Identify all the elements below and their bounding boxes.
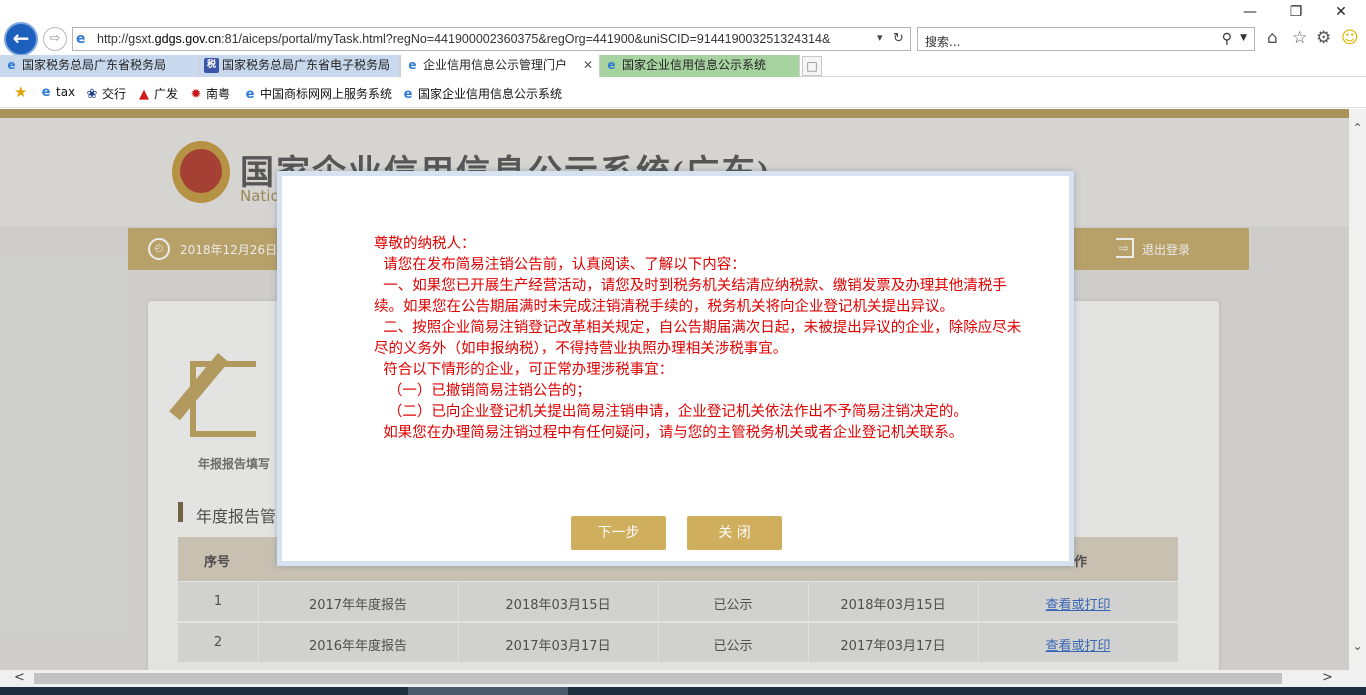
- notice-line: 如果您在办理简易注销过程中有任何疑问，请与您的主管税务机关或者企业登记机关联系。: [374, 425, 964, 441]
- tab-label: 企业信用信息公示管理门户: [423, 58, 568, 72]
- tab-label: 国家税务总局广东省税务局: [22, 58, 167, 72]
- scroll-up-icon[interactable]: ⌃: [1349, 121, 1366, 135]
- bocom-icon: ❀: [86, 87, 98, 102]
- scroll-corner: [1349, 670, 1366, 687]
- vertical-scrollbar[interactable]: ⌃ ⌄: [1349, 109, 1366, 670]
- favorites-star-icon[interactable]: ☆: [1292, 28, 1307, 48]
- minimize-button[interactable]: —: [1236, 4, 1264, 24]
- fav-item-cgb[interactable]: ▲ 广发: [136, 85, 178, 102]
- notice-line: 一、如果您已开展生产经营活动，请您及时到税务机关结清应纳税款、缴销发票及办理其他…: [374, 278, 1007, 315]
- ie-page-icon: e: [245, 87, 255, 102]
- notice-line: 请您在发布简易注销公告前，认真阅读、了解以下内容：: [374, 257, 746, 273]
- notice-greeting: 尊敬的纳税人：: [374, 236, 476, 252]
- forward-arrow-icon: ⇨: [49, 31, 61, 46]
- fav-label: 中国商标网网上服务系统: [260, 87, 393, 101]
- next-step-button[interactable]: 下一步: [571, 516, 666, 550]
- tab-credit-system[interactable]: e 国家企业信用信息公示系统: [600, 55, 800, 77]
- ie-tab-icon: e: [607, 58, 616, 72]
- fav-item-tax[interactable]: e tax: [38, 85, 76, 100]
- url-prefix: http://gsxt.: [97, 32, 155, 46]
- ie-page-icon: e: [41, 85, 51, 100]
- search-icon[interactable]: ⚲: [1222, 31, 1232, 47]
- scroll-right-icon[interactable]: >: [1322, 670, 1333, 685]
- address-bar[interactable]: e http://gsxt.gdgs.gov.cn:81/aiceps/port…: [72, 27, 911, 51]
- new-tab-icon: □: [806, 59, 818, 73]
- taskbar-active-item[interactable]: [408, 687, 568, 695]
- tab-credit-portal[interactable]: e 企业信用信息公示管理门户 ✕: [400, 55, 600, 77]
- fav-label: 广发: [154, 87, 179, 101]
- tab-strip: e 国家税务总局广东省税务局 税 国家税务总局广东省电子税务局 e 企业信用信息…: [0, 55, 1366, 77]
- notice-line: （一）已撤销简易注销公告的；: [374, 383, 591, 399]
- close-tab-icon[interactable]: ✕: [583, 55, 593, 76]
- fav-label: tax: [56, 85, 76, 99]
- search-box[interactable]: 搜索... ⚲ ▼: [917, 27, 1255, 51]
- tab-label: 国家企业信用信息公示系统: [622, 58, 767, 72]
- url-text[interactable]: http://gsxt.gdgs.gov.cn:81/aiceps/portal…: [97, 32, 869, 48]
- favorites-bar: ★ e tax ❀ 交行 ▲ 广发 ✹ 南粤 e 中国商标网网上服务系统 e 国家企业信用信…: [0, 78, 1366, 108]
- fav-item-nanyue[interactable]: ✹ 南粤: [188, 85, 230, 102]
- ie-tab-icon: e: [408, 58, 417, 72]
- horizontal-scrollbar[interactable]: < >: [0, 670, 1349, 687]
- tab-guangdong-etax[interactable]: 税 国家税务总局广东省电子税务局: [200, 55, 400, 77]
- notice-line: 二、按照企业简易注销登记改革相关规定，自公告期届满次日起，未被提出异议的企业，除…: [374, 320, 1022, 357]
- restore-button[interactable]: ❐: [1282, 4, 1310, 24]
- fav-label: 国家企业信用信息公示系统: [418, 87, 563, 101]
- ie-page-icon: e: [76, 31, 86, 47]
- fav-label: 交行: [102, 87, 127, 101]
- fav-item-bocom[interactable]: ❀ 交行: [84, 85, 126, 102]
- address-dropdown-icon[interactable]: ▾: [877, 31, 883, 44]
- url-domain: gdgs.gov.cn: [154, 32, 222, 46]
- ie-page-icon: e: [403, 87, 413, 102]
- scroll-left-icon[interactable]: <: [14, 670, 25, 685]
- feedback-smiley-icon[interactable]: ☺: [1341, 28, 1359, 48]
- page-viewport: 国家企业信用信息公示系统(广东) Natio ◴ 2018年12月26日 ⇨ 退…: [0, 109, 1349, 670]
- notice-line: 符合以下情形的企业，可正常办理涉税事宜：: [374, 362, 674, 378]
- horizontal-scroll-thumb[interactable]: [34, 673, 1282, 684]
- notice-text: 尊敬的纳税人： 请您在发布简易注销公告前，认真阅读、了解以下内容： 一、如果您已…: [374, 234, 1034, 444]
- notice-line: （二）已向企业登记机关提出简易注销申请，企业登记机关依法作出不予简易注销决定的。: [374, 404, 968, 420]
- tab-guangdong-tax[interactable]: e 国家税务总局广东省税务局: [0, 55, 200, 77]
- browser-toolbar: — ❐ ✕ ← ⇨ e http://gsxt.gdgs.gov.cn:81/a…: [0, 0, 1366, 56]
- back-button[interactable]: ←: [4, 22, 38, 56]
- scroll-down-icon[interactable]: ⌄: [1349, 639, 1366, 653]
- fav-item-credit-system[interactable]: e 国家企业信用信息公示系统: [400, 85, 562, 102]
- close-window-button[interactable]: ✕: [1327, 4, 1355, 24]
- back-arrow-icon: ←: [12, 26, 30, 50]
- search-placeholder: 搜索...: [925, 35, 961, 49]
- close-dialog-button[interactable]: 关 闭: [687, 516, 782, 550]
- favorites-star-icon[interactable]: ★: [14, 83, 27, 101]
- forward-button[interactable]: ⇨: [43, 27, 67, 51]
- refresh-icon[interactable]: ↻: [893, 31, 904, 46]
- settings-gear-icon[interactable]: ⚙: [1316, 28, 1331, 48]
- cgb-icon: ▲: [139, 87, 149, 102]
- fav-label: 南粤: [206, 87, 231, 101]
- etax-tab-icon: 税: [204, 58, 219, 73]
- search-dropdown-icon[interactable]: ▼: [1240, 33, 1247, 43]
- home-icon[interactable]: ⌂: [1267, 28, 1278, 48]
- nanyue-icon: ✹: [190, 87, 202, 102]
- os-taskbar: [0, 687, 1366, 695]
- url-rest: :81/aiceps/portal/myTask.html?regNo=4419…: [221, 32, 831, 46]
- new-tab-button[interactable]: □: [802, 56, 822, 76]
- ie-tab-icon: e: [7, 58, 16, 72]
- tab-label: 国家税务总局广东省电子税务局: [222, 58, 391, 72]
- fav-item-trademark[interactable]: e 中国商标网网上服务系统: [242, 85, 392, 102]
- deregistration-notice-dialog: 尊敬的纳税人： 请您在发布简易注销公告前，认真阅读、了解以下内容： 一、如果您已…: [277, 171, 1074, 566]
